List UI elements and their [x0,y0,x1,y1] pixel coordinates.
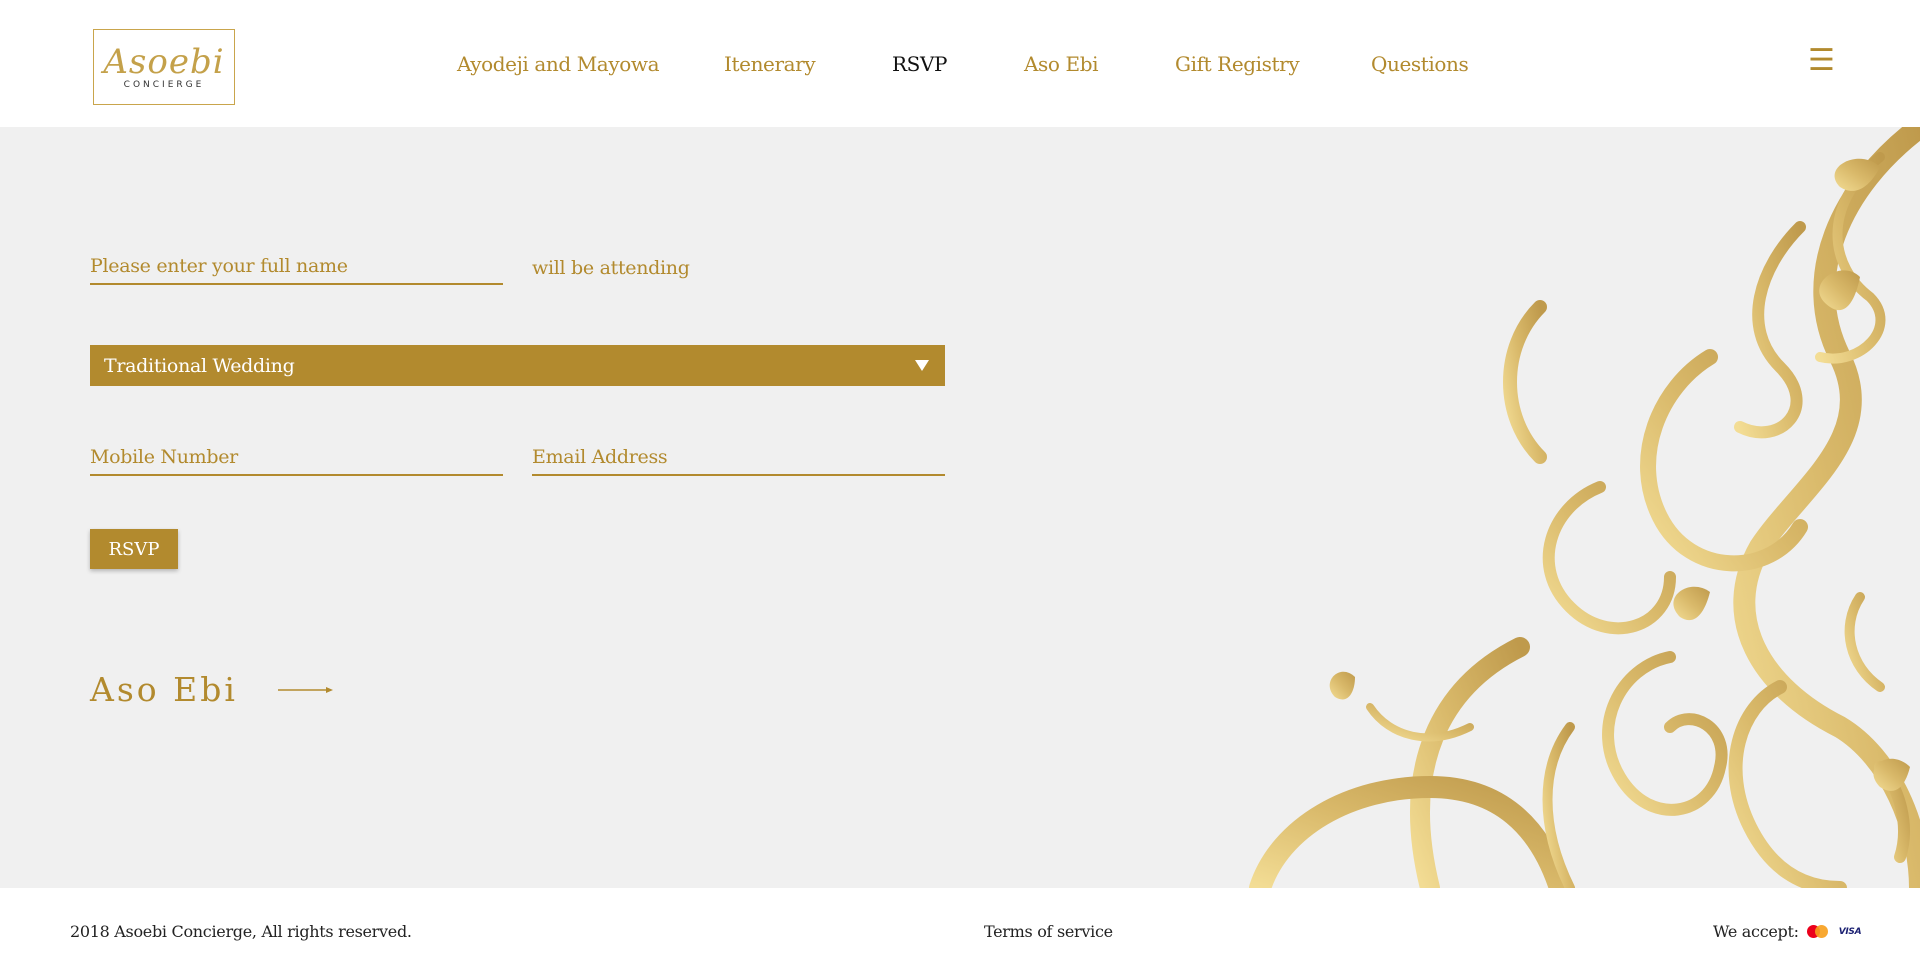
mobile-number-input[interactable] [90,440,503,476]
attending-text: will be attending [532,257,690,279]
nav-item-aso-ebi[interactable]: Aso Ebi [1024,52,1099,76]
we-accept-label: We accept: [1713,922,1799,941]
next-page-label: Aso Ebi [90,670,238,709]
dropdown-arrow-icon [915,360,929,371]
main-nav: Ayodeji and Mayowa Itenerary RSVP Aso Eb… [0,52,1920,84]
terms-of-service-link[interactable]: Terms of service [984,922,1113,941]
nav-item-itinerary[interactable]: Itenerary [724,52,816,76]
event-select[interactable]: Traditional Wedding [90,345,945,386]
email-address-input[interactable] [532,440,945,476]
rsvp-section: will be attending Traditional Wedding RS… [0,127,1920,888]
gold-floral-ornament [1249,127,1920,888]
nav-item-gift-registry[interactable]: Gift Registry [1175,52,1300,76]
rsvp-submit-button[interactable]: RSVP [90,529,178,569]
nav-item-questions[interactable]: Questions [1371,52,1469,76]
payment-methods: We accept: VISA [1713,922,1862,941]
nav-item-rsvp[interactable]: RSVP [892,52,947,76]
copyright-text: 2018 Asoebi Concierge, All rights reserv… [70,922,412,941]
nav-item-couple[interactable]: Ayodeji and Mayowa [457,52,660,76]
next-page-link[interactable]: Aso Ebi [90,670,334,709]
full-name-input[interactable] [90,249,503,285]
mastercard-icon [1806,925,1829,938]
hamburger-menu-icon[interactable]: ☰ [1808,46,1835,76]
visa-icon: VISA [1838,926,1862,937]
event-select-value: Traditional Wedding [104,354,295,377]
site-header: Asoebi CONCIERGE Ayodeji and Mayowa Iten… [0,0,1920,127]
site-footer: 2018 Asoebi Concierge, All rights reserv… [0,888,1920,976]
long-arrow-right-icon [277,685,334,695]
